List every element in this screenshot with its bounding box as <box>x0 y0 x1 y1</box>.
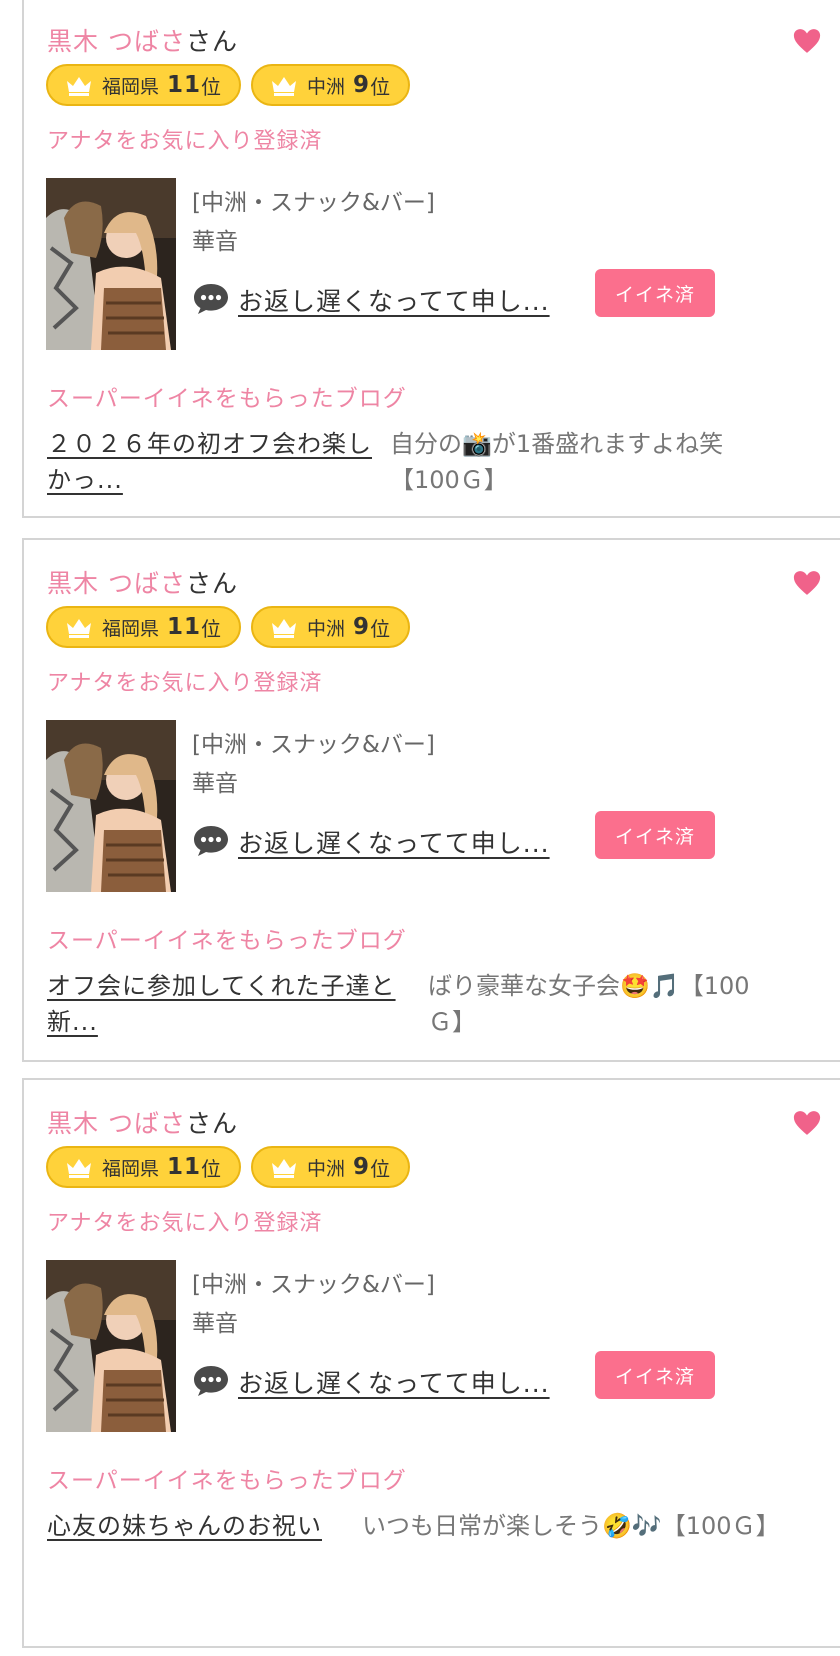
rank-unit: 位 <box>201 1156 222 1181</box>
like-done-button[interactable]: イイネ済 <box>595 269 715 317</box>
rank-number: 11 <box>167 614 202 640</box>
rank-badge-prefecture[interactable]: 福岡県 11 位 <box>46 1146 242 1188</box>
crown-icon <box>67 1159 91 1178</box>
rank-area: 中洲 <box>307 617 346 640</box>
rank-badge-area[interactable]: 中洲 9 位 <box>251 606 411 648</box>
favorite-status: アナタをお気に入り登録済 <box>47 129 323 154</box>
rank-unit: 位 <box>370 616 391 641</box>
shop-person-name[interactable]: 華音 <box>192 222 238 256</box>
super-like-blog-label: スーパーイイネをもらったブログ <box>47 386 407 412</box>
rank-unit: 位 <box>370 74 391 99</box>
rank-number: 11 <box>167 72 202 98</box>
crown-icon <box>272 1159 297 1178</box>
favorite-status: アナタをお気に入り登録済 <box>47 1211 323 1236</box>
heart-icon[interactable] <box>792 568 822 598</box>
blog-comment: いつも日常が楽しそう🤣🎶【100Ｇ】 <box>362 1512 780 1540</box>
favorite-status: アナタをお気に入り登録済 <box>47 671 323 696</box>
heart-icon[interactable] <box>792 1108 822 1138</box>
rank-unit: 位 <box>201 74 222 99</box>
crown-icon <box>67 77 91 96</box>
rank-badges: 福岡県 11 位 中洲 9 位 <box>46 64 411 106</box>
blog-title-link[interactable]: 心友の妹ちゃんのお祝い <box>47 1508 347 1544</box>
rank-area: 福岡県 <box>102 75 160 98</box>
rank-number: 9 <box>353 72 371 98</box>
message-link[interactable]: お返し遅くなってて申し... <box>238 1364 550 1400</box>
rank-unit: 位 <box>370 1156 391 1181</box>
user-name[interactable]: 黒木 つばさ <box>47 569 186 598</box>
comment-bubble-icon <box>194 1366 228 1396</box>
crown-icon <box>272 77 297 96</box>
rank-badges: 福岡県 11 位 中洲 9 位 <box>46 606 411 648</box>
user-name[interactable]: 黒木 つばさ <box>47 27 186 56</box>
rank-number: 9 <box>353 1154 371 1180</box>
rank-area: 福岡県 <box>102 1157 160 1180</box>
user-name-line[interactable]: 黒木 つばささん <box>47 1104 238 1140</box>
comment-bubble-icon <box>194 826 228 856</box>
user-name-line[interactable]: 黒木 つばささん <box>47 22 238 58</box>
shop-person-name[interactable]: 華音 <box>192 1304 238 1338</box>
rank-badge-prefecture[interactable]: 福岡県 11 位 <box>46 64 242 106</box>
message-link[interactable]: お返し遅くなってて申し... <box>238 282 550 318</box>
shop-category: [中洲・スナック&バー] <box>192 190 435 216</box>
rank-badges: 福岡県 11 位 中洲 9 位 <box>46 1146 411 1188</box>
user-name[interactable]: 黒木 つばさ <box>47 1109 186 1138</box>
shop-category: [中洲・スナック&バー] <box>192 1272 435 1298</box>
shop-person-name[interactable]: 華音 <box>192 764 238 798</box>
notification-card: 黒木 つばささん 福岡県 11 位 中洲 9 位 アナタをお気に入り登録済 [中… <box>22 1078 840 1648</box>
profile-photo[interactable] <box>46 720 176 892</box>
super-like-blog-label: スーパーイイネをもらったブログ <box>47 1468 407 1494</box>
rank-badge-area[interactable]: 中洲 9 位 <box>251 1146 411 1188</box>
user-name-suffix: さん <box>185 569 238 598</box>
user-name-suffix: さん <box>185 27 238 56</box>
crown-icon <box>67 619 91 638</box>
like-done-button[interactable]: イイネ済 <box>595 811 715 859</box>
rank-area: 中洲 <box>307 1157 346 1180</box>
rank-area: 福岡県 <box>102 617 160 640</box>
message-link[interactable]: お返し遅くなってて申し... <box>238 824 550 860</box>
rank-badge-prefecture[interactable]: 福岡県 11 位 <box>46 606 242 648</box>
user-name-suffix: さん <box>185 1109 238 1138</box>
blog-comment: ばり豪華な女子会🤩🎵【100Ｇ】 <box>428 972 750 1036</box>
profile-photo[interactable] <box>46 178 176 350</box>
rank-number: 9 <box>353 614 371 640</box>
notification-card: 黒木 つばささん 福岡県 11 位 中洲 9 位 アナタをお気に入り登録済 [中… <box>22 538 840 1062</box>
crown-icon <box>272 619 297 638</box>
shop-category: [中洲・スナック&バー] <box>192 732 435 758</box>
rank-area: 中洲 <box>307 75 346 98</box>
blog-title-link[interactable]: オフ会に参加してくれた子達と新... <box>47 968 419 1040</box>
blog-comment: 自分の📸が1番盛れますよね笑【100Ｇ】 <box>390 430 724 494</box>
blog-title-link[interactable]: ２０２６年の初オフ会わ楽しかっ... <box>47 426 377 498</box>
super-like-blog-label: スーパーイイネをもらったブログ <box>47 928 407 954</box>
user-name-line[interactable]: 黒木 つばささん <box>47 564 238 600</box>
profile-photo[interactable] <box>46 1260 176 1432</box>
rank-unit: 位 <box>201 616 222 641</box>
rank-number: 11 <box>167 1154 202 1180</box>
comment-bubble-icon <box>194 284 228 314</box>
feed: 黒木 つばささん 福岡県 11 位 中洲 9 位 アナタをお気に入り登録済 [中… <box>0 0 840 1656</box>
like-done-button[interactable]: イイネ済 <box>595 1351 715 1399</box>
notification-card: 黒木 つばささん 福岡県 11 位 中洲 9 位 アナタをお気に入り登録済 [中… <box>22 0 840 518</box>
rank-badge-area[interactable]: 中洲 9 位 <box>251 64 411 106</box>
heart-icon[interactable] <box>792 26 822 56</box>
